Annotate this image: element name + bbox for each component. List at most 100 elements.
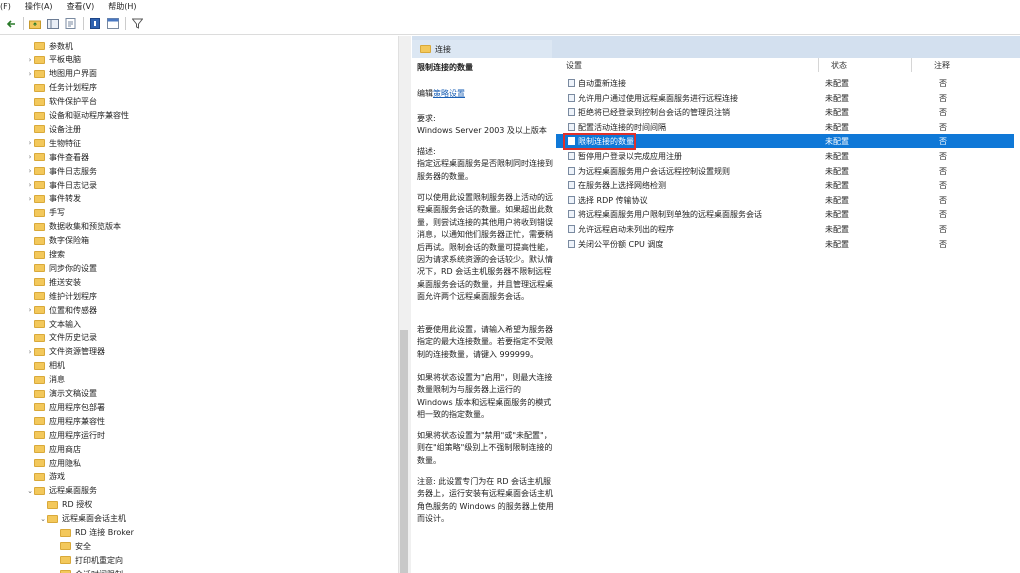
tree-item[interactable]: 维护计划程序 [26, 289, 97, 303]
highlight-annotation [563, 133, 636, 150]
expand-arrow-icon[interactable]: › [26, 195, 34, 203]
tree-item[interactable]: 相机 [26, 359, 65, 373]
tree-item[interactable]: RD 连接 Broker [52, 526, 134, 540]
tree-item-label: 游戏 [49, 472, 65, 482]
tree-item[interactable]: › 事件查看器 [26, 150, 89, 164]
requirement-label: 要求: [417, 114, 436, 123]
properties-icon[interactable] [106, 17, 120, 31]
tree-item[interactable]: 设备和驱动程序兼容性 [26, 109, 129, 123]
tree-item[interactable]: 数字保险箱 [26, 234, 89, 248]
show-hide-tree-icon[interactable] [46, 17, 60, 31]
expand-arrow-icon[interactable]: › [26, 348, 34, 356]
tree-item[interactable]: RD 授权 [39, 498, 92, 512]
tree-item[interactable]: 文件历史记录 [26, 331, 97, 345]
tree-item[interactable]: 消息 [26, 373, 65, 387]
help-icon[interactable] [88, 17, 102, 31]
tree-item[interactable]: › 文件资源管理器 [26, 345, 105, 359]
tree-item[interactable]: 应用隐私 [26, 456, 81, 470]
tree-item-label: 打印机重定向 [75, 555, 123, 565]
tree-item[interactable]: › 事件日志记录 [26, 178, 97, 192]
column-header-comment[interactable]: 注释 [934, 60, 950, 71]
tree-item[interactable]: › 事件日志服务 [26, 164, 97, 178]
tree-item[interactable]: 任务计划程序 [26, 81, 97, 95]
settings-row[interactable]: 配置活动连接的时间间隔 未配置 否 [556, 120, 1014, 134]
tree-item[interactable]: 演示文稿设置 [26, 387, 97, 401]
tree-item[interactable]: 手写 [26, 206, 65, 220]
tree-item[interactable]: 参数机 [26, 39, 73, 53]
back-icon[interactable] [4, 17, 18, 31]
tree-item[interactable]: 搜索 [26, 248, 65, 262]
folder-icon [60, 542, 71, 551]
tree-item[interactable]: 软件保护平台 [26, 95, 97, 109]
tree-item[interactable]: › 事件转发 [26, 192, 81, 206]
expand-arrow-icon[interactable]: › [26, 181, 34, 189]
tree-item[interactable]: 同步你的设置 [26, 261, 97, 275]
filter-icon[interactable] [130, 17, 144, 31]
up-folder-icon[interactable] [28, 17, 42, 31]
tree-item[interactable]: ⌄ 远程桌面会话主机 [39, 512, 126, 526]
settings-row[interactable]: 拒绝将已经登录到控制台会话的管理员注销 未配置 否 [556, 105, 1014, 119]
tree-item[interactable]: 应用商店 [26, 442, 81, 456]
menu-item[interactable]: (F) [0, 2, 11, 11]
tree-item[interactable]: 打印机重定向 [52, 553, 123, 567]
settings-row[interactable]: 在服务器上选择网络检测 未配置 否 [556, 178, 1014, 192]
policy-setting-icon [568, 93, 575, 102]
tree-item[interactable]: 会话时间限制 [52, 567, 123, 573]
policy-setting-icon [568, 239, 575, 248]
tree-item-label: 搜索 [49, 250, 65, 259]
settings-row[interactable]: 为远程桌面服务用户会话远程控制设置规则 未配置 否 [556, 164, 1014, 178]
settings-row[interactable]: 暂停用户登录以完成应用注册 未配置 否 [556, 149, 1014, 163]
folder-icon [34, 83, 45, 92]
settings-row[interactable]: 关闭公平份额 CPU 调度 未配置 否 [556, 237, 1014, 251]
tree-item[interactable]: ⌄ 远程桌面服务 [26, 484, 97, 498]
settings-row[interactable]: 选择 RDP 传输协议 未配置 否 [556, 193, 1014, 207]
expand-arrow-icon[interactable]: › [26, 167, 34, 175]
edit-policy-link[interactable]: 策略设置 [433, 89, 465, 98]
menu-item[interactable]: 操作(A) [25, 1, 53, 12]
tree-item[interactable]: 游戏 [26, 470, 65, 484]
settings-row[interactable]: 自动重新连接 未配置 否 [556, 76, 1014, 90]
column-divider[interactable] [818, 58, 819, 72]
tree-item-label: 事件查看器 [49, 152, 89, 162]
expand-arrow-icon[interactable]: › [26, 153, 34, 161]
tree-item[interactable]: 应用程序运行时 [26, 428, 105, 442]
column-divider[interactable] [911, 58, 912, 72]
tree-scrollbar-thumb[interactable] [400, 330, 408, 573]
tree-item[interactable]: 应用程序兼容性 [26, 414, 105, 428]
column-header-state[interactable]: 状态 [831, 60, 847, 71]
setting-name: 在服务器上选择网络检测 [578, 181, 666, 191]
expand-arrow-icon[interactable]: › [26, 306, 34, 314]
tree-item[interactable]: 数据收集和预览版本 [26, 220, 121, 234]
edit-policy-line: 编辑策略设置 [417, 88, 465, 99]
menu-item[interactable]: 帮助(H) [108, 1, 136, 12]
tree-item-label: 设备注册 [49, 124, 81, 134]
setting-state: 未配置 [825, 122, 849, 132]
column-header-setting[interactable]: 设置 [566, 60, 582, 71]
tree-item[interactable]: 推送安装 [26, 275, 81, 289]
tree-item[interactable]: › 地图用户界面 [26, 67, 97, 81]
folder-icon [34, 222, 45, 231]
policy-setting-icon [568, 108, 575, 117]
export-list-icon[interactable] [64, 17, 78, 31]
expand-arrow-icon[interactable]: › [26, 139, 34, 147]
tree-item[interactable]: 设备注册 [26, 122, 81, 136]
tree-item[interactable]: 文本输入 [26, 317, 81, 331]
collapse-arrow-icon[interactable]: ⌄ [39, 515, 47, 523]
tree-item[interactable]: › 位置和传感器 [26, 303, 97, 317]
tree-item[interactable]: › 平板电脑 [26, 53, 81, 67]
menu-item[interactable]: 查看(V) [67, 1, 95, 12]
expand-arrow-icon[interactable]: › [26, 70, 34, 78]
requirement-value: Windows Server 2003 及以上版本 [417, 126, 547, 135]
policy-setting-icon [568, 210, 575, 219]
tree-item[interactable]: 安全 [52, 539, 91, 553]
policy-tree[interactable]: 参数机 › 平板电脑 › 地图用户界面 任务计划程序 软件保护平台 设备和驱动程序兼容性 设备注… [0, 36, 398, 573]
settings-row[interactable]: 将远程桌面服务用户限制到单独的远程桌面服务会话 未配置 否 [556, 207, 1014, 221]
collapse-arrow-icon[interactable]: ⌄ [26, 487, 34, 495]
tree-item[interactable]: 应用程序包部署 [26, 400, 105, 414]
setting-name: 拒绝将已经登录到控制台会话的管理员注销 [578, 108, 730, 118]
expand-arrow-icon[interactable]: › [26, 56, 34, 64]
tree-item[interactable]: › 生物特征 [26, 136, 81, 150]
settings-row[interactable]: 允许用户通过使用远程桌面服务进行远程连接 未配置 否 [556, 91, 1014, 105]
folder-icon [34, 278, 45, 287]
settings-row[interactable]: 允许远程启动未列出的程序 未配置 否 [556, 222, 1014, 236]
